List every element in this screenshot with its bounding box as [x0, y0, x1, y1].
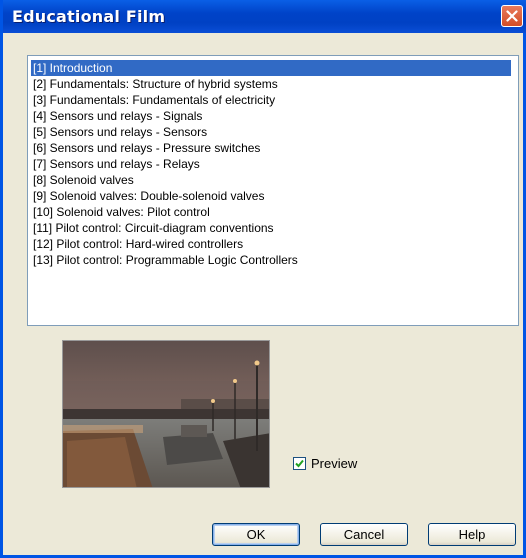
list-item[interactable]: [9] Solenoid valves: Double-solenoid val… — [31, 188, 266, 204]
list-item[interactable]: [3] Fundamentals: Fundamentals of electr… — [31, 92, 277, 108]
help-button[interactable]: Help — [428, 523, 516, 546]
film-chapter-list[interactable]: [1] Introduction [2] Fundamentals: Struct… — [27, 55, 519, 326]
preview-label: Preview — [311, 456, 358, 471]
preview-checkbox[interactable] — [293, 457, 306, 470]
cancel-button[interactable]: Cancel — [320, 523, 408, 546]
list-item[interactable]: [13] Pilot control: Programmable Logic C… — [31, 252, 300, 268]
preview-scene — [63, 341, 269, 487]
dialog-window: Educational Film [1] Introduction [2] Fun… — [0, 0, 526, 558]
list-item[interactable]: [12] Pilot control: Hard-wired controlle… — [31, 236, 245, 252]
preview-checkbox-row[interactable]: Preview — [293, 456, 357, 471]
list-item[interactable]: [10] Solenoid valves: Pilot control — [31, 204, 212, 220]
list-item[interactable]: [4] Sensors und relays - Signals — [31, 108, 204, 124]
list-item[interactable]: [11] Pilot control: Circuit-diagram conv… — [31, 220, 276, 236]
ok-button[interactable]: OK — [212, 523, 300, 546]
list-item[interactable]: [1] Introduction — [31, 60, 511, 76]
checkmark-icon — [295, 459, 304, 468]
close-button[interactable] — [501, 5, 523, 27]
list-item[interactable]: [5] Sensors und relays - Sensors — [31, 124, 209, 140]
preview-image — [62, 340, 270, 488]
close-icon — [506, 10, 518, 22]
list-item[interactable]: [6] Sensors und relays - Pressure switch… — [31, 140, 262, 156]
title-bar[interactable]: Educational Film — [3, 0, 526, 33]
list-item[interactable]: [2] Fundamentals: Structure of hybrid sy… — [31, 76, 280, 92]
list-item[interactable]: [7] Sensors und relays - Relays — [31, 156, 202, 172]
window-title: Educational Film — [12, 7, 166, 26]
list-item[interactable]: [8] Solenoid valves — [31, 172, 136, 188]
